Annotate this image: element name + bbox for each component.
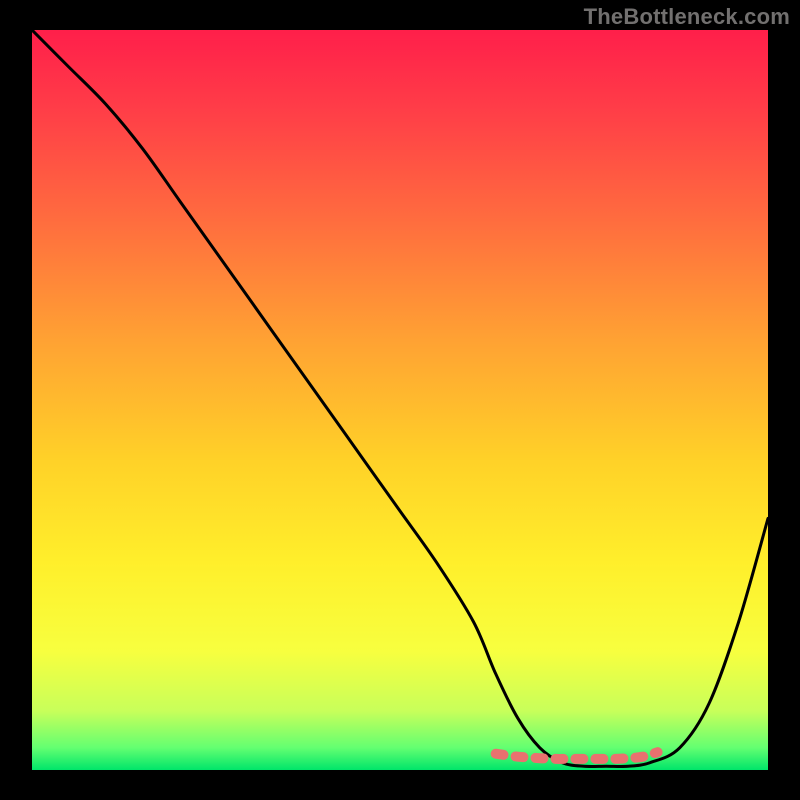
watermark-text: TheBottleneck.com <box>584 4 790 30</box>
chart-frame: TheBottleneck.com <box>0 0 800 800</box>
plot-area <box>32 30 768 770</box>
chart-svg <box>32 30 768 770</box>
bottleneck-curve-path <box>32 30 768 767</box>
bottleneck-safe-zone-path <box>496 752 658 759</box>
